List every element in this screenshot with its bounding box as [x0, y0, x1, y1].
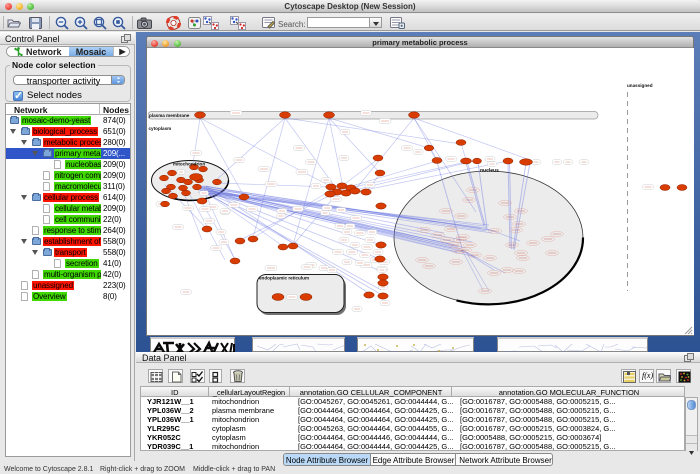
svg-text:endoplasmic reticulum: endoplasmic reticulum [259, 276, 309, 281]
svg-text:unassigned: unassigned [627, 83, 653, 88]
svg-text:nucleus: nucleus [480, 168, 499, 174]
svg-text:cytoplasm: cytoplasm [149, 126, 172, 131]
svg-text:mitochondrion: mitochondrion [173, 162, 205, 167]
svg-text:plasma membrane: plasma membrane [149, 113, 190, 118]
